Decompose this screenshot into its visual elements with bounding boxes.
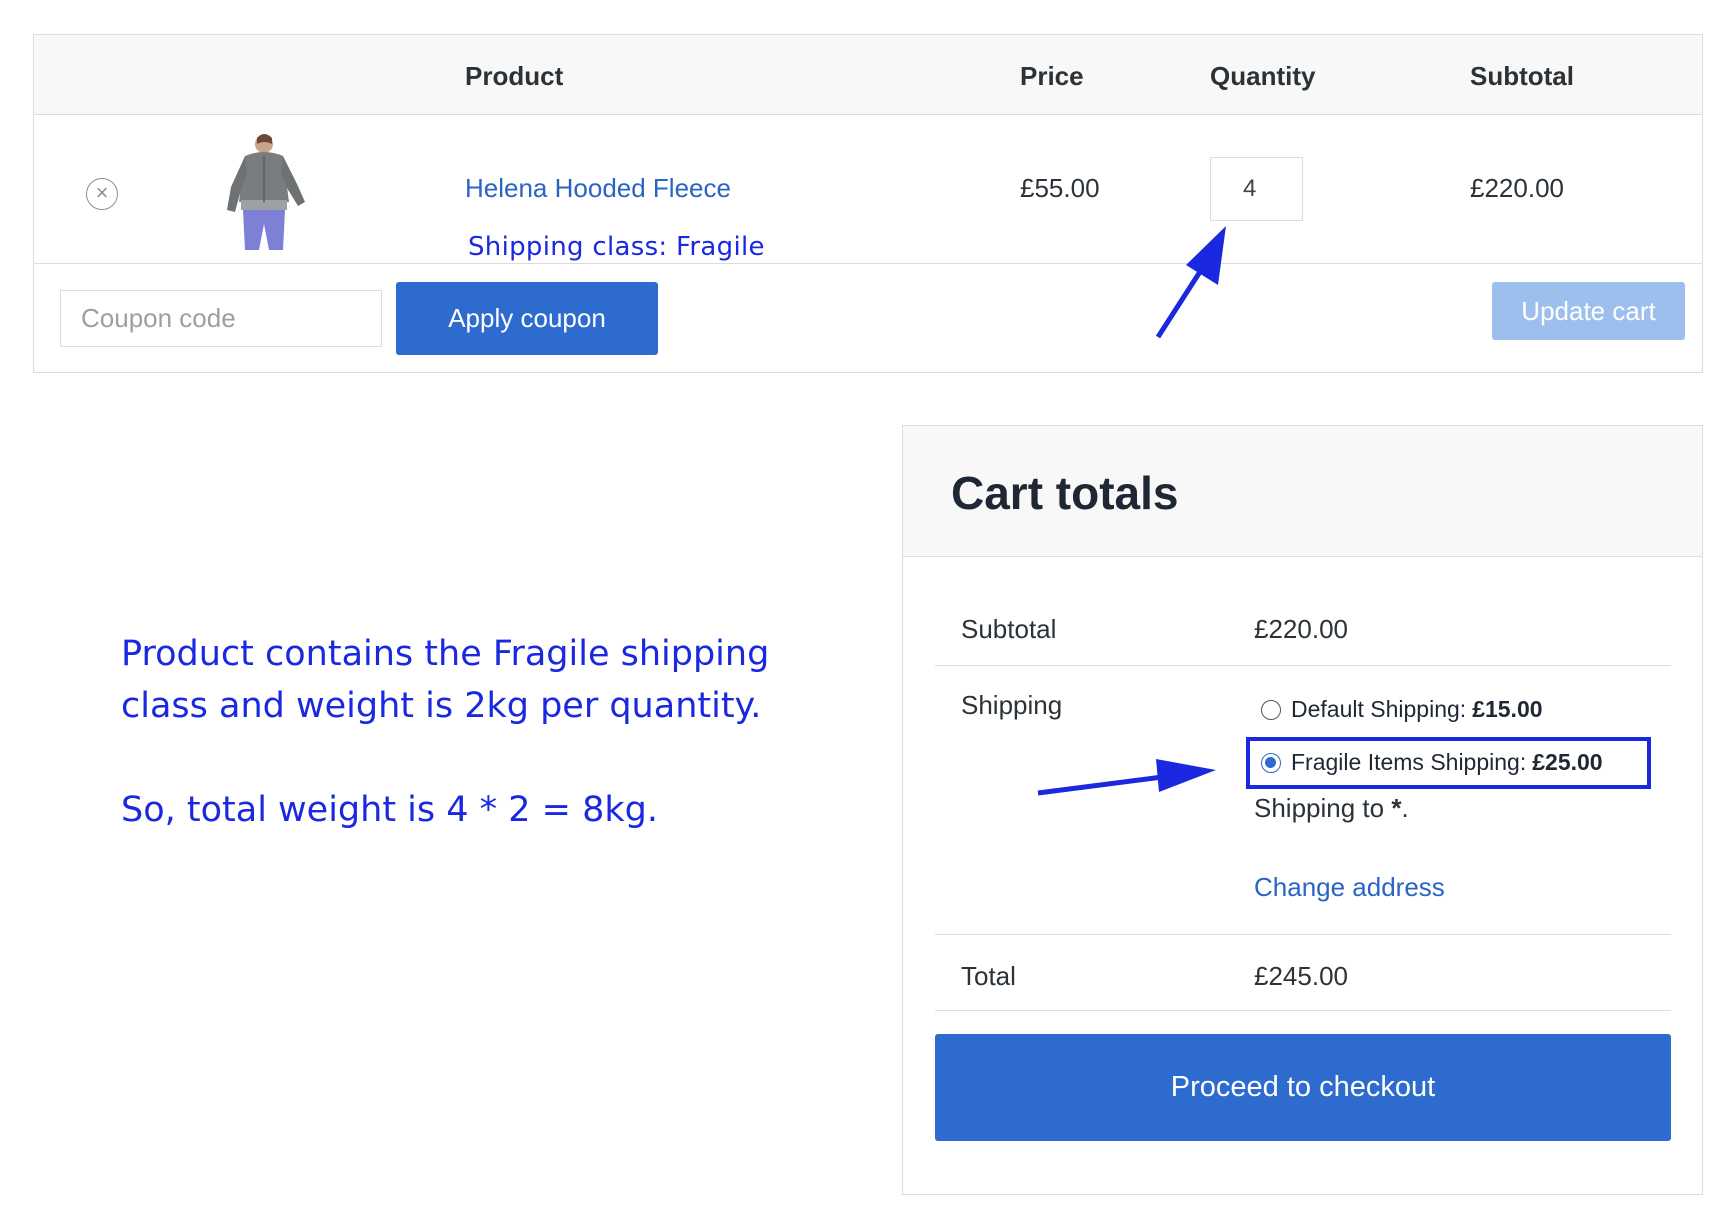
quantity-input[interactable] xyxy=(1210,157,1303,221)
remove-item-icon[interactable]: × xyxy=(86,178,118,210)
proceed-to-checkout-button[interactable]: Proceed to checkout xyxy=(935,1034,1671,1141)
divider xyxy=(935,665,1671,666)
cart-totals-panel: Cart totals Subtotal £220.00 Shipping De… xyxy=(902,425,1703,1195)
cart-table-header: Product Price Quantity Subtotal xyxy=(34,35,1702,115)
shipping-to-prefix: Shipping to xyxy=(1254,793,1385,823)
annotation-note: Product contains the Fragile shipping cl… xyxy=(121,628,841,836)
cart-table: Product Price Quantity Subtotal × Helena… xyxy=(33,34,1703,373)
cart-totals-title: Cart totals xyxy=(951,467,1179,519)
cart-page: Product Price Quantity Subtotal × Helena… xyxy=(0,0,1726,1210)
shipping-label: Shipping xyxy=(961,690,1063,720)
change-address-link[interactable]: Change address xyxy=(1254,872,1445,903)
annotation-line-2: So, total weight is 4 * 2 = 8kg. xyxy=(121,790,658,830)
divider xyxy=(935,1010,1671,1011)
shipping-option-label: Default Shipping: xyxy=(1291,696,1467,722)
shipping-option-default[interactable]: Default Shipping: £15.00 xyxy=(1261,696,1543,723)
shipping-radio-fragile[interactable] xyxy=(1261,752,1281,773)
shipping-class-annotation: Shipping class: Fragile xyxy=(468,232,765,262)
shipping-option-price: £15.00 xyxy=(1472,696,1543,722)
header-price: Price xyxy=(1020,61,1084,91)
subtotal-value: £220.00 xyxy=(1254,614,1348,644)
divider xyxy=(935,934,1671,935)
shipping-radio-default[interactable] xyxy=(1261,699,1281,720)
cart-totals-header: Cart totals xyxy=(903,426,1702,557)
shipping-to-value: * xyxy=(1391,793,1402,823)
header-product: Product xyxy=(465,61,564,91)
item-price: £55.00 xyxy=(1020,173,1100,203)
shipping-option-price: £25.00 xyxy=(1532,749,1603,775)
product-name-link[interactable]: Helena Hooded Fleece xyxy=(465,173,731,204)
shipping-destination: Shipping to *. xyxy=(1254,793,1409,824)
table-row: × Helena Hooded Fleece Shipping class: F… xyxy=(34,115,1702,264)
apply-coupon-button[interactable]: Apply coupon xyxy=(396,282,658,355)
item-subtotal: £220.00 xyxy=(1470,173,1564,203)
header-subtotal: Subtotal xyxy=(1470,61,1574,91)
product-thumbnail[interactable] xyxy=(217,132,307,250)
header-quantity: Quantity xyxy=(1210,61,1316,91)
total-value: £245.00 xyxy=(1254,961,1348,991)
update-cart-button[interactable]: Update cart xyxy=(1492,282,1685,340)
shipping-option-label: Fragile Items Shipping: xyxy=(1291,749,1527,775)
shipping-option-fragile[interactable]: Fragile Items Shipping: £25.00 xyxy=(1261,749,1603,776)
total-label: Total xyxy=(961,961,1016,991)
coupon-code-input[interactable] xyxy=(60,290,382,347)
subtotal-label: Subtotal xyxy=(961,614,1057,644)
annotation-line-1: Product contains the Fragile shipping cl… xyxy=(121,634,770,726)
shipping-to-suffix: . xyxy=(1401,793,1409,823)
